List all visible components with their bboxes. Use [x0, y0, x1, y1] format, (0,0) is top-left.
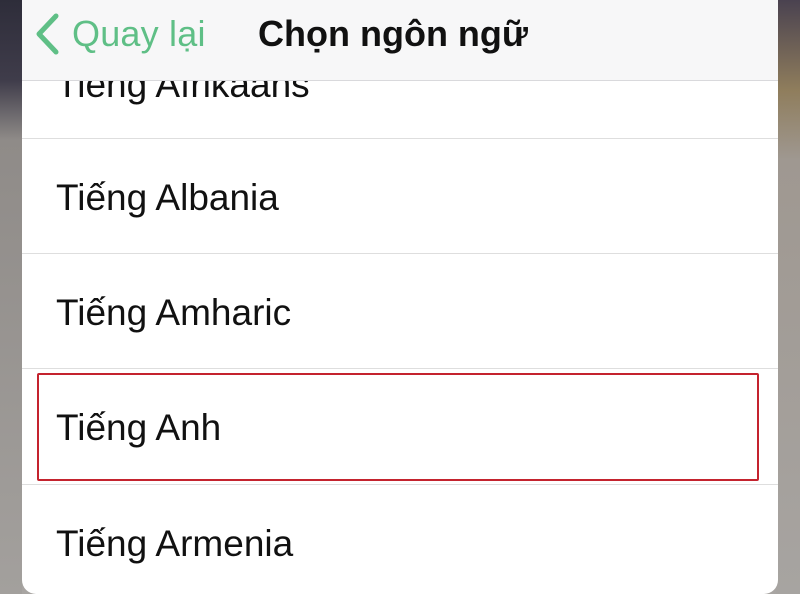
language-list[interactable]: Tiếng Afrikaans Tiếng Albania Tiếng Amha… — [22, 0, 778, 594]
back-button[interactable]: Quay lại — [34, 6, 206, 62]
list-item-label: Tiếng Armenia — [56, 523, 294, 564]
back-button-label: Quay lại — [72, 13, 206, 54]
list-item-armenia[interactable]: Tiếng Armenia — [22, 485, 778, 594]
page-title: Chọn ngôn ngữ — [258, 13, 528, 54]
list-item-label: Tiếng Amharic — [56, 292, 292, 333]
chevron-left-icon — [36, 13, 59, 55]
list-item-amharic[interactable]: Tiếng Amharic — [22, 254, 778, 369]
background-right-edge — [776, 0, 800, 594]
list-item-label: Tiếng Albania — [56, 177, 279, 218]
navigation-bar: Quay lại Chọn ngôn ngữ — [22, 0, 778, 81]
background-left-edge — [0, 0, 22, 594]
language-picker-sheet: Tiếng Afrikaans Tiếng Albania Tiếng Amha… — [22, 0, 778, 594]
highlight-annotation-box — [37, 373, 759, 481]
list-item-albania[interactable]: Tiếng Albania — [22, 139, 778, 254]
